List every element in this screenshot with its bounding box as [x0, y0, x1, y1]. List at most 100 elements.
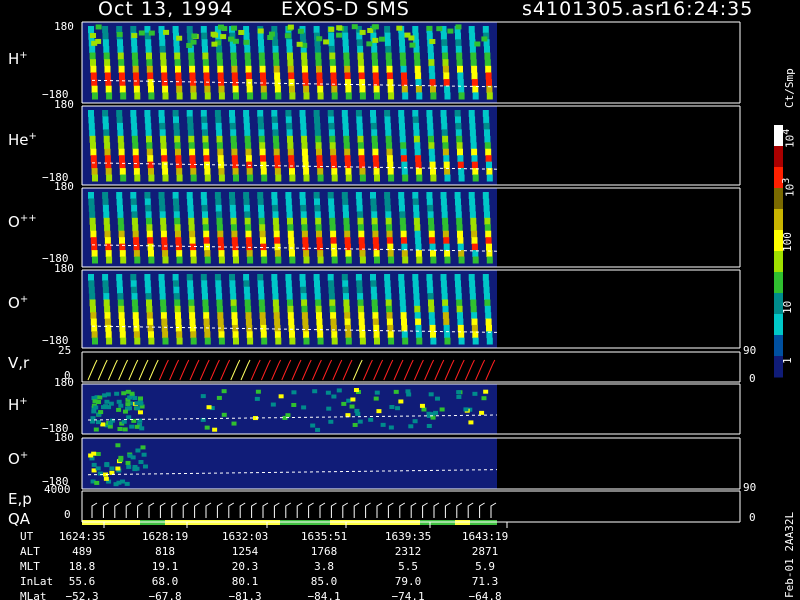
spectrogram-cell: [399, 39, 405, 47]
spectrogram-cell: [401, 168, 408, 176]
spectrogram-cell: [231, 59, 237, 67]
spectrogram-cell: [344, 230, 351, 238]
footer-label-inlat: InLat: [20, 575, 54, 588]
spectrogram-cell: [455, 24, 462, 30]
spectrogram-cell: [366, 41, 373, 47]
spectrogram-cell: [414, 312, 421, 320]
spectrogram-cell: [356, 286, 363, 294]
spectrogram-cell: [429, 39, 436, 45]
spectrogram-cell: [401, 318, 407, 326]
spectrogram-cell: [286, 286, 293, 294]
spectrogram-cell: [396, 25, 403, 31]
spectrogram-cell: [370, 198, 377, 206]
spectrogram-cell: [146, 230, 153, 238]
spectrogram-cell: [258, 39, 264, 47]
spectrogram-cell: [336, 32, 343, 38]
spectrogram-cell: [212, 427, 218, 432]
spectrogram-cell: [433, 410, 439, 415]
spectrogram-cell: [356, 204, 363, 212]
spectrogram-cell: [317, 250, 324, 258]
spectrogram-cell: [301, 65, 308, 73]
spectrogram-cell: [342, 116, 349, 124]
spectrogram-cell: [230, 52, 237, 60]
spectrogram-cell: [186, 42, 193, 48]
spectrogram-cell: [162, 256, 169, 264]
spectrogram-cell: [443, 155, 450, 163]
spectrogram-cell: [426, 110, 433, 117]
spectrogram-cell: [301, 217, 308, 225]
spectrogram-cell: [470, 52, 477, 60]
footer-cell: 2871: [471, 545, 499, 558]
spectrogram-cell: [345, 168, 352, 176]
spectrogram-cell: [100, 422, 106, 427]
spectrogram-cell: [355, 110, 362, 117]
spectrogram-cell: [231, 305, 237, 313]
energy-trace: [125, 502, 132, 518]
spectrogram-cell: [342, 286, 349, 294]
spectrogram-cell: [92, 337, 98, 345]
spectrogram-cell: [274, 155, 281, 163]
spectrogram-cell: [202, 129, 208, 137]
spectrogram-cell: [285, 116, 292, 124]
spectrogram-cell: [385, 299, 392, 307]
spectrogram-cell: [357, 224, 364, 232]
spectrogram-cell: [202, 305, 209, 313]
tick-oplusplus-top: 180: [54, 180, 74, 193]
spectrogram-cell: [90, 237, 97, 245]
spectrogram-cell: [102, 198, 109, 206]
spectrogram-cell: [358, 155, 365, 163]
spectrogram-cell: [313, 26, 320, 34]
spectrogram-cell: [486, 161, 492, 169]
spectrogram-cell: [119, 168, 126, 176]
spectrogram-cell: [331, 168, 338, 176]
spectrogram-cell: [484, 217, 491, 225]
spectrogram-cell: [400, 59, 407, 67]
spectrogram-cell: [441, 286, 448, 294]
spectrogram-cell: [230, 217, 237, 225]
spectrogram-cell: [442, 312, 449, 320]
energy-trace: [273, 502, 280, 518]
spectrogram-cell: [125, 402, 131, 407]
spectrogram-cell: [456, 135, 463, 143]
energy-trace: [365, 502, 371, 518]
spectrogram-cell: [376, 409, 382, 414]
panel-label-ep: E,p: [8, 490, 32, 508]
spectrogram-cell: [271, 116, 278, 124]
spectrogram-cell: [122, 409, 128, 414]
spectrogram-cell: [458, 168, 465, 176]
spectrogram-cell: [273, 142, 280, 150]
energy-trace: [205, 502, 212, 518]
spectrogram-cell: [482, 26, 489, 34]
spectrogram-cell: [132, 464, 138, 469]
spectrogram-cell: [456, 394, 462, 399]
spectrogram-cell: [160, 148, 167, 156]
spectrogram-cell: [415, 318, 422, 326]
spectrogram-cell: [316, 72, 323, 80]
spectrogram-cell: [402, 337, 409, 345]
spectrogram-cell: [229, 274, 235, 281]
energy-trace: [228, 502, 235, 518]
spectrogram-cell: [443, 243, 450, 251]
spectrogram-cell: [359, 85, 366, 93]
spectrogram-cell: [345, 161, 351, 169]
spectrogram-cell: [120, 337, 127, 345]
spectrogram-cell: [257, 198, 264, 206]
spectrogram-cell: [287, 52, 293, 60]
spectrogram-cell: [402, 174, 409, 182]
spectrogram-cell: [174, 59, 181, 67]
spectrogram-cell: [116, 116, 123, 124]
spectrogram-cell: [401, 331, 408, 339]
spectrogram-cell: [413, 122, 420, 130]
spectrogram-cell: [144, 198, 151, 206]
spectrogram-cell: [232, 331, 239, 339]
spectrogram-cell: [315, 299, 322, 307]
spectrogram-cell: [259, 305, 266, 313]
spectrogram-cell: [217, 155, 224, 163]
spectrogram-cell: [344, 65, 351, 73]
spectrogram-cell: [371, 135, 378, 143]
spectrogram-cell: [259, 142, 266, 150]
spectrogram-cell: [430, 331, 436, 339]
tick-vr-right-top: 90: [743, 344, 757, 357]
spectrogram-cell: [354, 408, 360, 413]
spectrogram-cell: [302, 161, 309, 169]
